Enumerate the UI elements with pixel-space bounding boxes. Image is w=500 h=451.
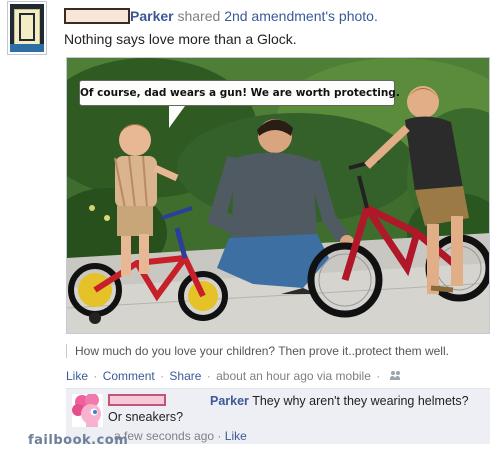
redacted-name-box — [64, 8, 130, 24]
separator: · — [93, 369, 98, 383]
comment-text: They why aren't they wearing helmets? Or… — [108, 394, 469, 424]
photo-caption-bubble: Of course, dad wears a gun! We are worth… — [79, 80, 400, 106]
post-timestamp[interactable]: about an hour ago via mobile — [216, 369, 371, 383]
comment-body: Parker They why aren't they wearing helm… — [108, 393, 483, 425]
comment-link[interactable]: Comment — [103, 369, 155, 383]
pony-avatar-icon — [72, 394, 103, 427]
shared-photo[interactable]: Of course, dad wears a gun! We are worth… — [66, 57, 490, 334]
comment-meta: a few seconds ago · Like — [114, 429, 247, 443]
failbook-watermark: failbook.com — [28, 433, 129, 448]
shared-label: shared — [177, 8, 221, 24]
author-name-link[interactable]: Parker — [130, 8, 174, 24]
post-header: Parker shared 2nd amendment's photo. — [64, 7, 378, 25]
separator: · — [206, 369, 211, 383]
avatar-decoration — [10, 44, 44, 52]
comment-item: Parker They why aren't they wearing helm… — [66, 388, 490, 444]
commenter-avatar[interactable] — [72, 394, 103, 427]
poster-avatar[interactable] — [8, 2, 46, 54]
people-icon — [389, 371, 402, 381]
post-message: Nothing says love more than a Glock. — [64, 31, 297, 47]
separator: · — [217, 429, 222, 443]
comment-timestamp[interactable]: a few seconds ago — [114, 429, 214, 443]
commenter-name-link[interactable]: Parker — [210, 394, 249, 408]
comment-like-link[interactable]: Like — [225, 429, 247, 443]
share-link[interactable]: Share — [169, 369, 201, 383]
avatar-image — [14, 9, 40, 45]
separator: · — [160, 369, 165, 383]
post-action-bar: Like · Comment · Share · about an hour a… — [66, 369, 402, 383]
source-photo-link[interactable]: 2nd amendment's photo. — [224, 8, 378, 24]
photo-description: How much do you love your children? Then… — [66, 344, 449, 358]
separator: · — [376, 369, 381, 383]
like-link[interactable]: Like — [66, 369, 88, 383]
